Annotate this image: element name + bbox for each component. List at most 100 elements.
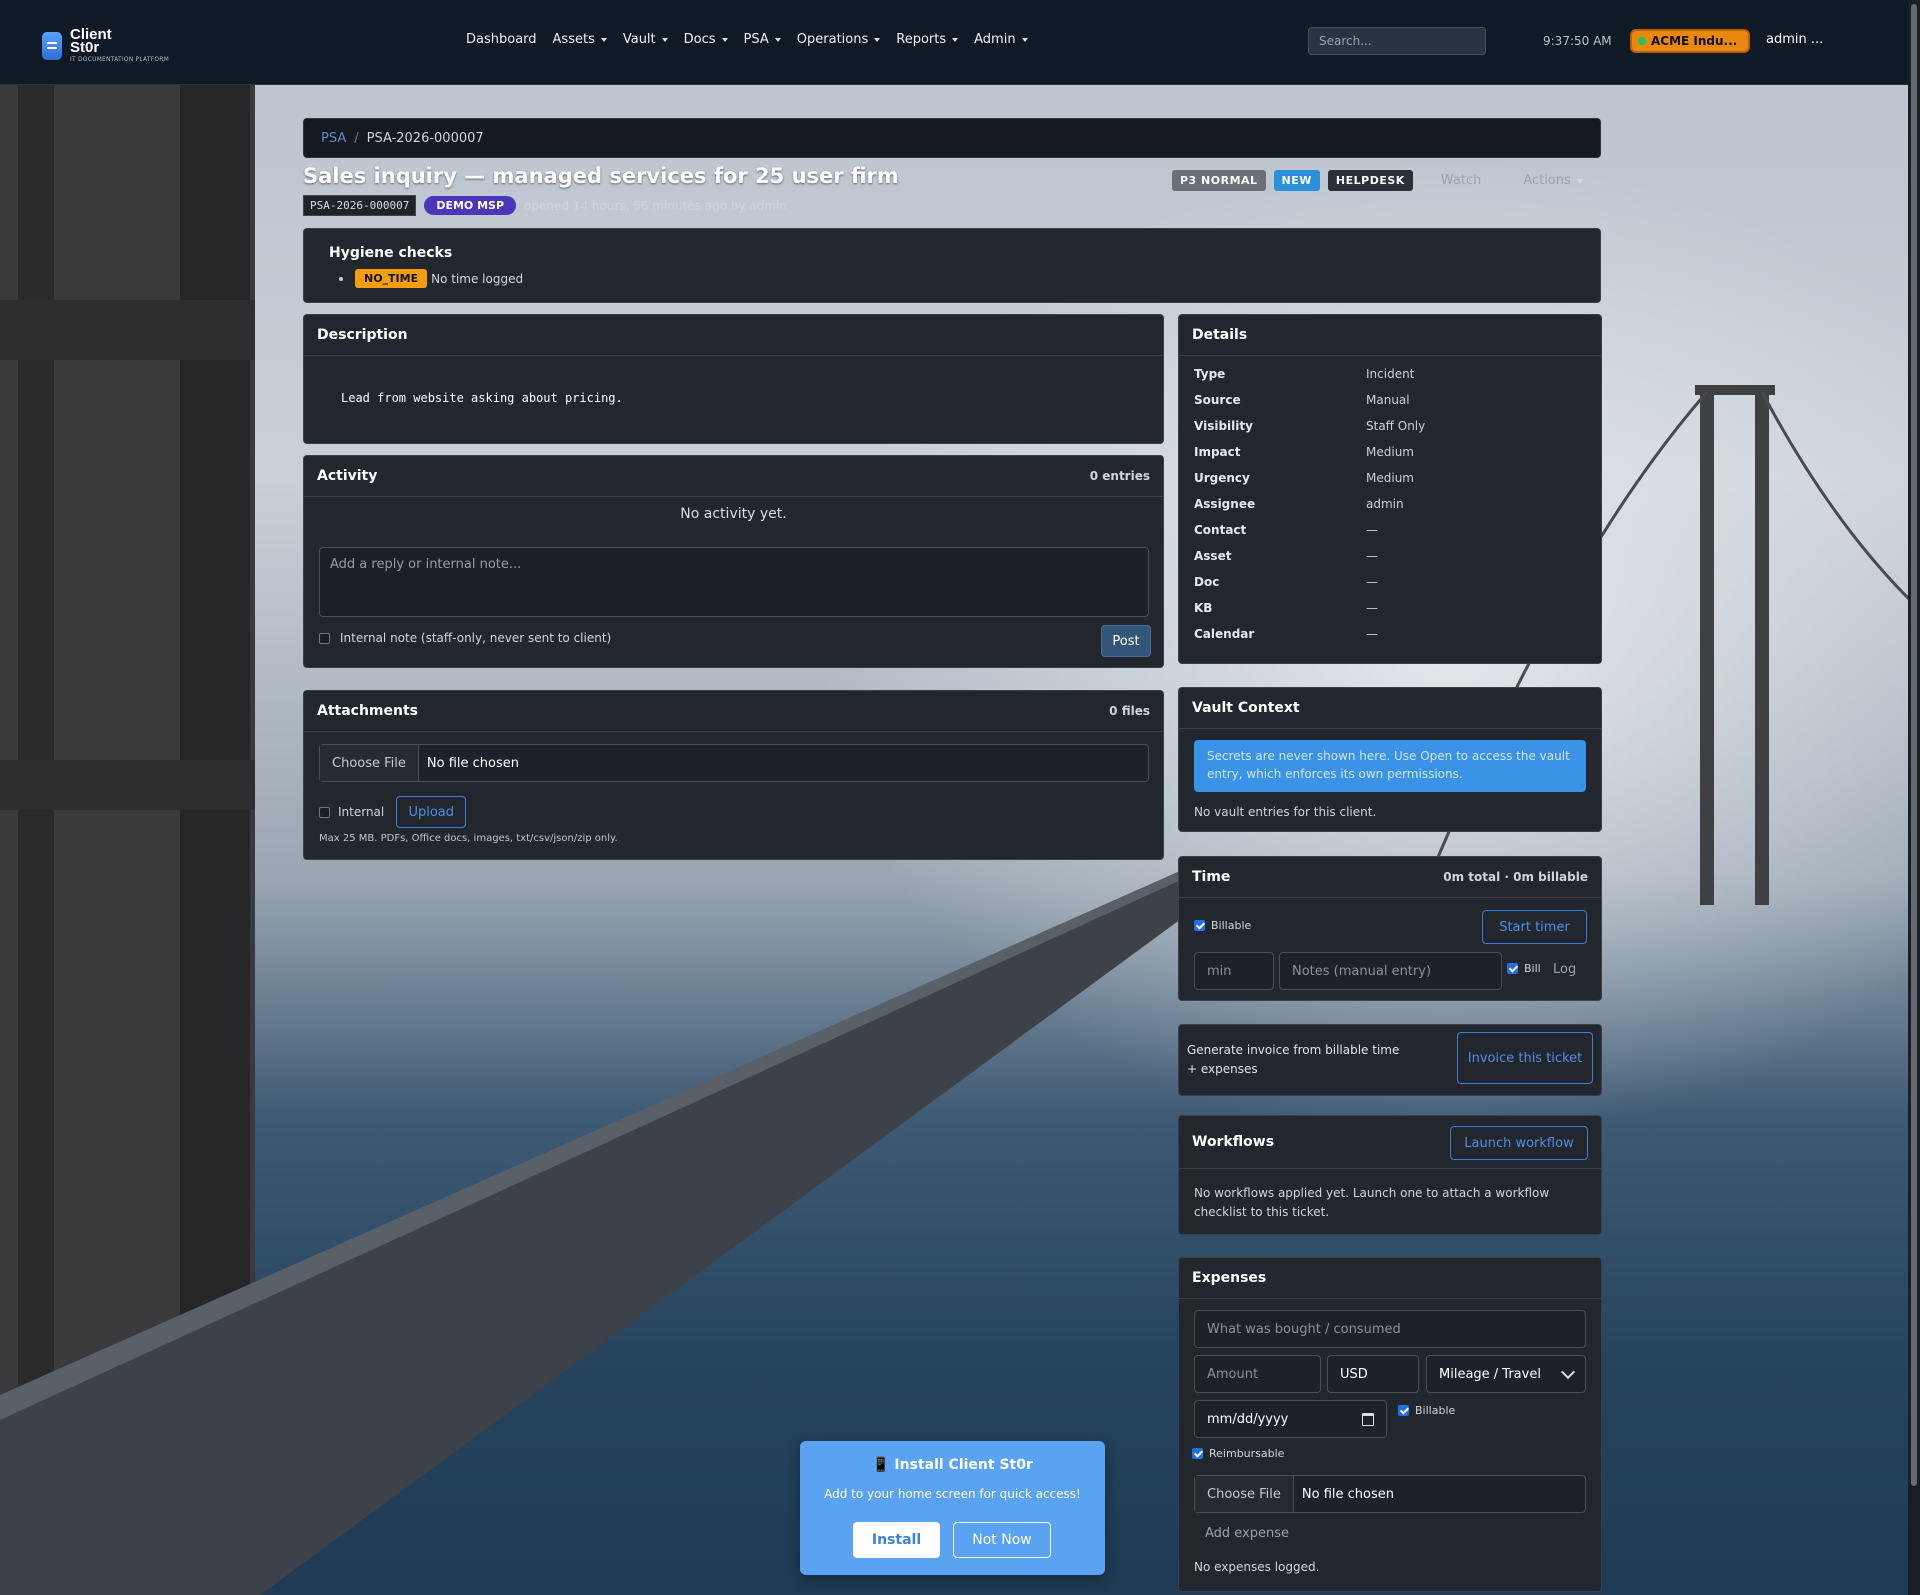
expense-billable-toggle[interactable]: Billable: [1398, 1404, 1455, 1417]
install-button[interactable]: Install: [853, 1522, 940, 1558]
ticket-id: PSA-2026-000007: [303, 195, 417, 216]
vault-empty: No vault entries for this client.: [1194, 805, 1377, 819]
clock: 9:37:50 AM: [1543, 34, 1612, 48]
vault-title: Vault Context: [1192, 700, 1300, 716]
nav-docs[interactable]: Docs: [684, 32, 728, 47]
timer-billable-toggle[interactable]: Billable: [1194, 919, 1251, 932]
detail-key: Contact: [1194, 523, 1247, 537]
detail-row: KB —: [1194, 601, 1425, 627]
actions-dropdown[interactable]: Actions: [1523, 173, 1583, 188]
nav-operations[interactable]: Operations: [797, 32, 880, 47]
install-app-prompt: 📱 Install Client St0r Add to your home s…: [800, 1441, 1105, 1575]
global-search-input[interactable]: [1308, 27, 1486, 55]
hygiene-item: NO_TIME No time logged: [339, 269, 523, 288]
detail-key: Urgency: [1194, 471, 1250, 485]
main-nav: Dashboard Assets Vault Docs PSA Operatio…: [466, 32, 1044, 47]
timer-billable-label: Billable: [1211, 919, 1252, 932]
expense-date-input[interactable]: mm/dd/yyyy: [1194, 1400, 1387, 1438]
queue-badge: HELPDESK: [1327, 170, 1413, 191]
nav-vault[interactable]: Vault: [623, 32, 668, 47]
add-expense-button[interactable]: Add expense: [1205, 1526, 1289, 1541]
upload-button[interactable]: Upload: [396, 796, 467, 828]
file-chosen-text: No file chosen: [426, 755, 519, 771]
internal-note-toggle[interactable]: Internal note (staff-only, never sent to…: [319, 631, 611, 645]
nav-admin[interactable]: Admin: [974, 32, 1027, 47]
expense-currency-input[interactable]: USD: [1327, 1355, 1419, 1393]
detail-row: Visibility Staff Only: [1194, 419, 1425, 445]
breadcrumb-psa-link[interactable]: PSA: [321, 131, 346, 146]
internal-note-checkbox[interactable]: [319, 632, 330, 644]
nav-dashboard[interactable]: Dashboard: [466, 32, 537, 47]
expense-receipt-file-input[interactable]: Choose File No file chosen: [1194, 1475, 1586, 1513]
time-title: Time: [1192, 869, 1231, 885]
client-badge[interactable]: DEMO MSP: [424, 196, 517, 215]
attachment-file-input[interactable]: Choose File No file chosen: [319, 744, 1149, 782]
detail-value: Medium: [1366, 471, 1414, 485]
detail-value: —: [1366, 523, 1378, 537]
hygiene-title: Hygiene checks: [329, 245, 453, 261]
detail-row: Asset —: [1194, 549, 1425, 575]
reply-textarea[interactable]: [319, 547, 1149, 617]
org-switcher[interactable]: ACME Indu...: [1630, 29, 1750, 53]
manual-bill-checkbox[interactable]: [1507, 963, 1518, 974]
page-scrollbar[interactable]: [1908, 0, 1920, 1595]
detail-row: Calendar —: [1194, 627, 1425, 653]
manual-bill-toggle[interactable]: Bill: [1507, 962, 1541, 975]
detail-value: Manual: [1366, 393, 1410, 407]
nav-assets[interactable]: Assets: [553, 32, 607, 47]
details-list: Type Incident Source Manual Visibility Staf…: [1194, 367, 1425, 653]
hygiene-flag: NO_TIME: [355, 269, 428, 288]
expenses-empty: No expenses logged.: [1194, 1560, 1320, 1574]
detail-row: Assignee admin: [1194, 497, 1425, 523]
internal-attachment-checkbox[interactable]: [319, 806, 330, 818]
description-body: Lead from website asking about pricing.: [341, 391, 623, 405]
launch-workflow-button[interactable]: Launch workflow: [1450, 1126, 1588, 1160]
not-now-button[interactable]: Not Now: [953, 1522, 1051, 1558]
hygiene-flag-text: No time logged: [431, 271, 524, 286]
detail-value: —: [1366, 627, 1378, 641]
detail-row: Type Incident: [1194, 367, 1425, 393]
detail-value: —: [1366, 601, 1378, 615]
brand-logo-link[interactable]: Client St0r IT DOCUMENTATION PLATFORM: [42, 27, 170, 63]
invoice-panel: Generate invoice from billable time + ex…: [1178, 1024, 1602, 1096]
detail-row: Source Manual: [1194, 393, 1425, 419]
internal-attachment-label: Internal: [338, 805, 385, 819]
panel-header: Details: [1179, 315, 1601, 356]
panel-header: Attachments 0 files: [304, 691, 1163, 732]
expense-description-input[interactable]: [1194, 1310, 1586, 1348]
timer-billable-checkbox[interactable]: [1194, 920, 1205, 931]
time-panel: Time 0m total · 0m billable Billable Sta…: [1178, 856, 1602, 1001]
minutes-input[interactable]: [1194, 952, 1274, 990]
choose-file-button[interactable]: Choose File: [320, 745, 419, 781]
detail-row: Urgency Medium: [1194, 471, 1425, 497]
status-dot-icon: [1638, 37, 1646, 45]
calendar-icon[interactable]: [1362, 1412, 1374, 1426]
user-menu[interactable]: admin ...: [1766, 32, 1823, 47]
start-timer-button[interactable]: Start timer: [1482, 910, 1587, 944]
log-time-button[interactable]: Log: [1553, 962, 1576, 977]
brand-name-line2: St0r: [70, 39, 100, 56]
expense-reimbursable-checkbox[interactable]: [1192, 1448, 1203, 1459]
expense-reimbursable-toggle[interactable]: Reimbursable: [1192, 1447, 1284, 1460]
expense-amount-input[interactable]: [1194, 1355, 1321, 1393]
workflows-title: Workflows: [1192, 1134, 1275, 1150]
panel-header: Time 0m total · 0m billable: [1179, 857, 1601, 898]
opened-meta: opened 14 hours, 56 minutes ago by admin: [524, 198, 787, 213]
expense-category-select[interactable]: Mileage / Travel: [1426, 1355, 1586, 1393]
breadcrumb-current: PSA-2026-000007: [366, 130, 484, 146]
detail-value: —: [1366, 549, 1378, 563]
nav-reports[interactable]: Reports: [896, 32, 958, 47]
vault-info-alert: Secrets are never shown here. Use Open t…: [1194, 740, 1586, 792]
detail-key: Doc: [1194, 575, 1220, 589]
scrollbar-thumb[interactable]: [1911, 4, 1917, 1486]
nav-psa[interactable]: PSA: [744, 32, 781, 47]
expense-billable-checkbox[interactable]: [1398, 1405, 1409, 1416]
brand-tagline: IT DOCUMENTATION PLATFORM: [70, 56, 170, 63]
activity-panel: Activity 0 entries No activity yet. Inte…: [303, 455, 1164, 668]
install-prompt-title: 📱 Install Client St0r: [872, 1457, 1033, 1473]
choose-file-button[interactable]: Choose File: [1195, 1476, 1294, 1512]
watch-button[interactable]: Watch: [1441, 173, 1481, 188]
post-button[interactable]: Post: [1101, 625, 1151, 657]
invoice-ticket-button[interactable]: Invoice this ticket: [1457, 1032, 1593, 1084]
time-notes-input[interactable]: [1279, 952, 1502, 990]
